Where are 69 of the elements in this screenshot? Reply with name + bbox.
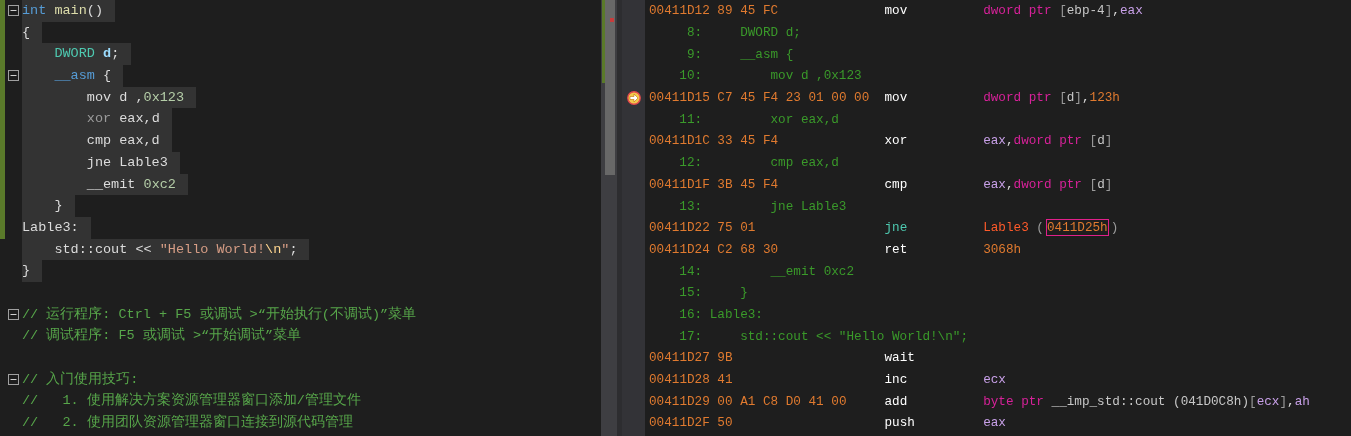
- mnemonic-text: ret: [884, 241, 908, 257]
- line-number: 17:: [678, 327, 703, 346]
- code-comment: // 2. 使用团队资源管理器窗口连接到源代码管理: [22, 413, 354, 433]
- address-text: 00411D24: [649, 240, 710, 259]
- fold-toggle-icon[interactable]: [8, 308, 19, 320]
- line-number: 15:: [678, 284, 703, 303]
- operands-text: Lable3 ( 0411D25h ): [983, 218, 1119, 238]
- line-number: 8:: [685, 24, 703, 43]
- address-text: 00411D2F: [649, 414, 710, 433]
- address-text: 00411D15: [649, 89, 710, 108]
- source-line: mov d ,0x123: [769, 67, 862, 86]
- code-comment: // 1. 使用解决方案资源管理器窗口添加/管理文件: [22, 391, 362, 411]
- source-line: std::cout << "Hello World!\n";: [739, 327, 968, 346]
- line-number: 11:: [678, 110, 703, 129]
- mnemonic-text: cmp: [884, 176, 908, 192]
- fold-toggle-icon[interactable]: [8, 70, 19, 82]
- line-number: 13:: [678, 197, 703, 216]
- source-line: __emit 0xc2: [769, 262, 855, 281]
- line-number: 9:: [685, 45, 703, 64]
- fold-toggle-icon[interactable]: [8, 5, 19, 17]
- scrollbar[interactable]: [601, 0, 617, 436]
- mnemonic-text: jne: [884, 220, 908, 236]
- mnemonic-text: mov: [884, 90, 908, 106]
- line-number: 10:: [678, 67, 703, 86]
- mnemonic-text: add: [884, 393, 908, 409]
- source-line: Lable3:: [709, 305, 763, 324]
- bytes-text: 89 45 FC: [717, 2, 779, 21]
- operands-text: eax,dword ptr [d]: [983, 175, 1113, 194]
- bytes-text: 00 A1 C8 D0 41 00: [717, 392, 847, 411]
- source-line: cmp eax,d: [769, 154, 839, 173]
- address-text: 00411D22: [649, 219, 710, 238]
- bytes-text: 3B 45 F4: [717, 175, 779, 194]
- address-text: 00411D27: [649, 349, 710, 368]
- mnemonic-text: inc: [884, 372, 908, 388]
- source-line: __asm {: [739, 45, 794, 64]
- address-text: 00411D1C: [649, 132, 710, 151]
- line-number: 14:: [678, 262, 703, 281]
- bytes-text: 50: [717, 414, 733, 433]
- mnemonic-text: xor: [884, 133, 908, 149]
- operands-text: ecx: [983, 371, 1006, 390]
- source-line: jne Lable3: [769, 197, 847, 216]
- operands-text: dword ptr [ebp-4],eax: [983, 2, 1143, 21]
- operands-text: eax: [983, 414, 1006, 433]
- source-line: xor eax,d: [769, 110, 839, 129]
- bytes-text: 9B: [717, 349, 733, 368]
- mnemonic-text: mov: [884, 3, 908, 19]
- bytes-text: C2 68 30: [717, 240, 779, 259]
- address-text: 00411D12: [649, 2, 710, 21]
- operands-text: 3068h: [983, 240, 1022, 259]
- address-text: 00411D29: [649, 392, 710, 411]
- line-number: 12:: [678, 154, 703, 173]
- operands-text: eax,dword ptr [d]: [983, 132, 1113, 151]
- address-text: 00411D1F: [649, 175, 710, 194]
- operands-text: dword ptr [d],123h: [983, 89, 1120, 108]
- bytes-text: 75 01: [717, 219, 756, 238]
- bytes-text: 41: [717, 371, 733, 390]
- line-number: 16:: [678, 305, 703, 324]
- address-text: 00411D28: [649, 371, 710, 390]
- code-comment: // 入门使用技巧:: [22, 370, 140, 389]
- code-comment: // 运行程序: Ctrl + F5 或调试 >“开始执行(不调试)”菜单: [22, 305, 418, 324]
- bytes-text: 33 45 F4: [717, 132, 779, 151]
- operands-text: byte ptr __imp_std::cout (041D0C8h)[ecx],ah: [983, 392, 1310, 411]
- fold-toggle-icon[interactable]: [8, 374, 19, 386]
- bytes-text: C7 45 F4 23 01 00 00: [717, 89, 870, 108]
- mnemonic-text: push: [884, 415, 915, 431]
- code-comment: // 调试程序: F5 或调试 >“开始调试”菜单: [22, 326, 303, 346]
- mnemonic-text: wait: [884, 350, 915, 366]
- source-line: }: [739, 284, 748, 303]
- source-line: DWORD d;: [739, 24, 801, 43]
